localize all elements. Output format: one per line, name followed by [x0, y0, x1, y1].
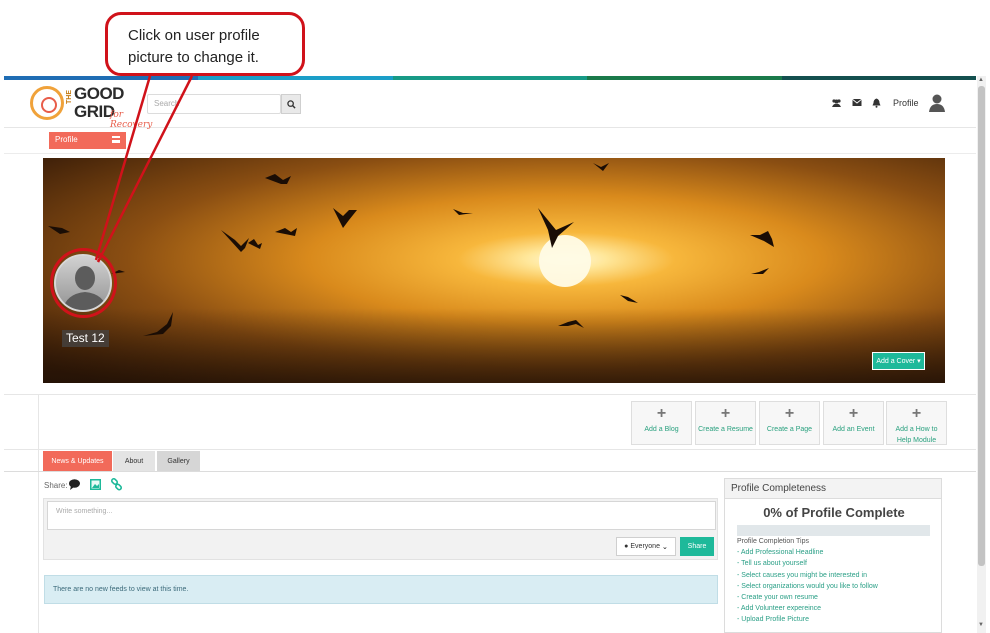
- plus-icon: +: [784, 405, 795, 422]
- users-icon[interactable]: [831, 98, 842, 108]
- profile-subnav: Profile: [4, 128, 976, 154]
- mail-icon[interactable]: [852, 98, 862, 107]
- search-button[interactable]: [281, 94, 301, 114]
- privacy-value: Everyone: [630, 543, 660, 550]
- action-label: Add an Event: [832, 426, 875, 433]
- action-label: Create a Page: [766, 426, 813, 433]
- profile-username: Test 12: [62, 330, 109, 347]
- privacy-select[interactable]: ● Everyone ⌄: [616, 537, 676, 556]
- tips-title: Profile Completion Tips: [737, 538, 809, 545]
- profile-completeness-panel: Profile Completeness 0% of Profile Compl…: [724, 478, 942, 633]
- page: THE GOOD GRID for Recovery Search Profil…: [0, 0, 990, 633]
- add-how-to-help-button[interactable]: + Add a How to Help Module: [886, 401, 947, 445]
- completion-progress-bar: [737, 525, 930, 536]
- header-profile-link[interactable]: Profile: [893, 98, 919, 108]
- create-resume-button[interactable]: + Create a Resume: [695, 401, 756, 445]
- search-input[interactable]: Search: [147, 94, 281, 114]
- profile-menu-tab[interactable]: Profile: [49, 132, 126, 149]
- hamburger-icon: [112, 136, 120, 143]
- action-label: Add a Blog: [644, 426, 679, 433]
- logo-good: GOOD: [74, 84, 124, 103]
- tip-link[interactable]: - Add Professional Headline: [737, 549, 823, 556]
- header-avatar-icon[interactable]: [928, 93, 946, 113]
- plus-icon: +: [720, 405, 731, 422]
- photo-upload-icon[interactable]: [89, 478, 102, 491]
- globe-icon: ●: [624, 543, 629, 550]
- scroll-up-arrow-icon[interactable]: ▲: [978, 77, 984, 83]
- action-label: Add a How to Help Module: [895, 426, 938, 444]
- instruction-callout: Click on user profile picture to change …: [105, 12, 305, 76]
- logo-grid: GRID: [74, 102, 115, 121]
- cover-photo: [43, 158, 945, 383]
- left-column-divider: [38, 394, 39, 633]
- tip-link[interactable]: - Create your own resume: [737, 594, 818, 601]
- callout-line-1: Click on user profile: [128, 27, 260, 44]
- plus-icon: +: [911, 405, 922, 422]
- bell-icon[interactable]: [872, 98, 881, 108]
- search-icon: [286, 99, 296, 109]
- tab-news-updates[interactable]: News & Updates: [43, 451, 112, 471]
- scrollbar-thumb[interactable]: [978, 86, 985, 566]
- add-event-button[interactable]: + Add an Event: [823, 401, 884, 445]
- scroll-down-arrow-icon[interactable]: ▼: [978, 622, 984, 628]
- panel-title: Profile Completeness: [725, 479, 941, 499]
- empty-feed-alert: There are no new feeds to view at this t…: [44, 575, 718, 604]
- tip-link[interactable]: - Tell us about yourself: [737, 560, 807, 567]
- logo-tagline: for Recovery: [110, 110, 153, 130]
- completion-percent-text: 0% of Profile Complete: [763, 505, 905, 520]
- share-label: Share:: [44, 481, 68, 490]
- site-header: THE GOOD GRID for Recovery Search Profil…: [4, 80, 976, 130]
- cover-sunset-image: [43, 158, 945, 383]
- add-cover-button[interactable]: Add a Cover ▾: [872, 352, 925, 370]
- plus-icon: +: [656, 405, 667, 422]
- tip-link[interactable]: - Select causes you might be interested …: [737, 572, 867, 579]
- post-textarea[interactable]: Write something...: [47, 501, 716, 530]
- profile-menu-label: Profile: [55, 135, 78, 144]
- chevron-down-icon: ⌄: [661, 543, 668, 551]
- logo-flower-icon: [30, 86, 64, 120]
- share-button[interactable]: Share: [680, 537, 714, 556]
- tab-gallery[interactable]: Gallery: [157, 451, 200, 471]
- tip-link[interactable]: - Add Volunteer expereince: [737, 605, 821, 612]
- callout-highlight-ring: [50, 248, 117, 318]
- tip-link[interactable]: - Upload Profile Picture: [737, 616, 809, 623]
- callout-line-2: picture to change it.: [128, 49, 259, 66]
- tip-link[interactable]: - Select organizations would you like to…: [737, 583, 878, 590]
- add-blog-button[interactable]: + Add a Blog: [631, 401, 692, 445]
- create-page-button[interactable]: + Create a Page: [759, 401, 820, 445]
- plus-icon: +: [848, 405, 859, 422]
- tab-about[interactable]: About: [113, 451, 155, 471]
- link-icon[interactable]: [110, 478, 123, 491]
- action-label: Create a Resume: [698, 426, 753, 433]
- status-speech-bubble-icon[interactable]: [68, 478, 81, 491]
- site-logo[interactable]: THE GOOD GRID for Recovery: [28, 84, 152, 130]
- logo-the: THE: [66, 90, 73, 104]
